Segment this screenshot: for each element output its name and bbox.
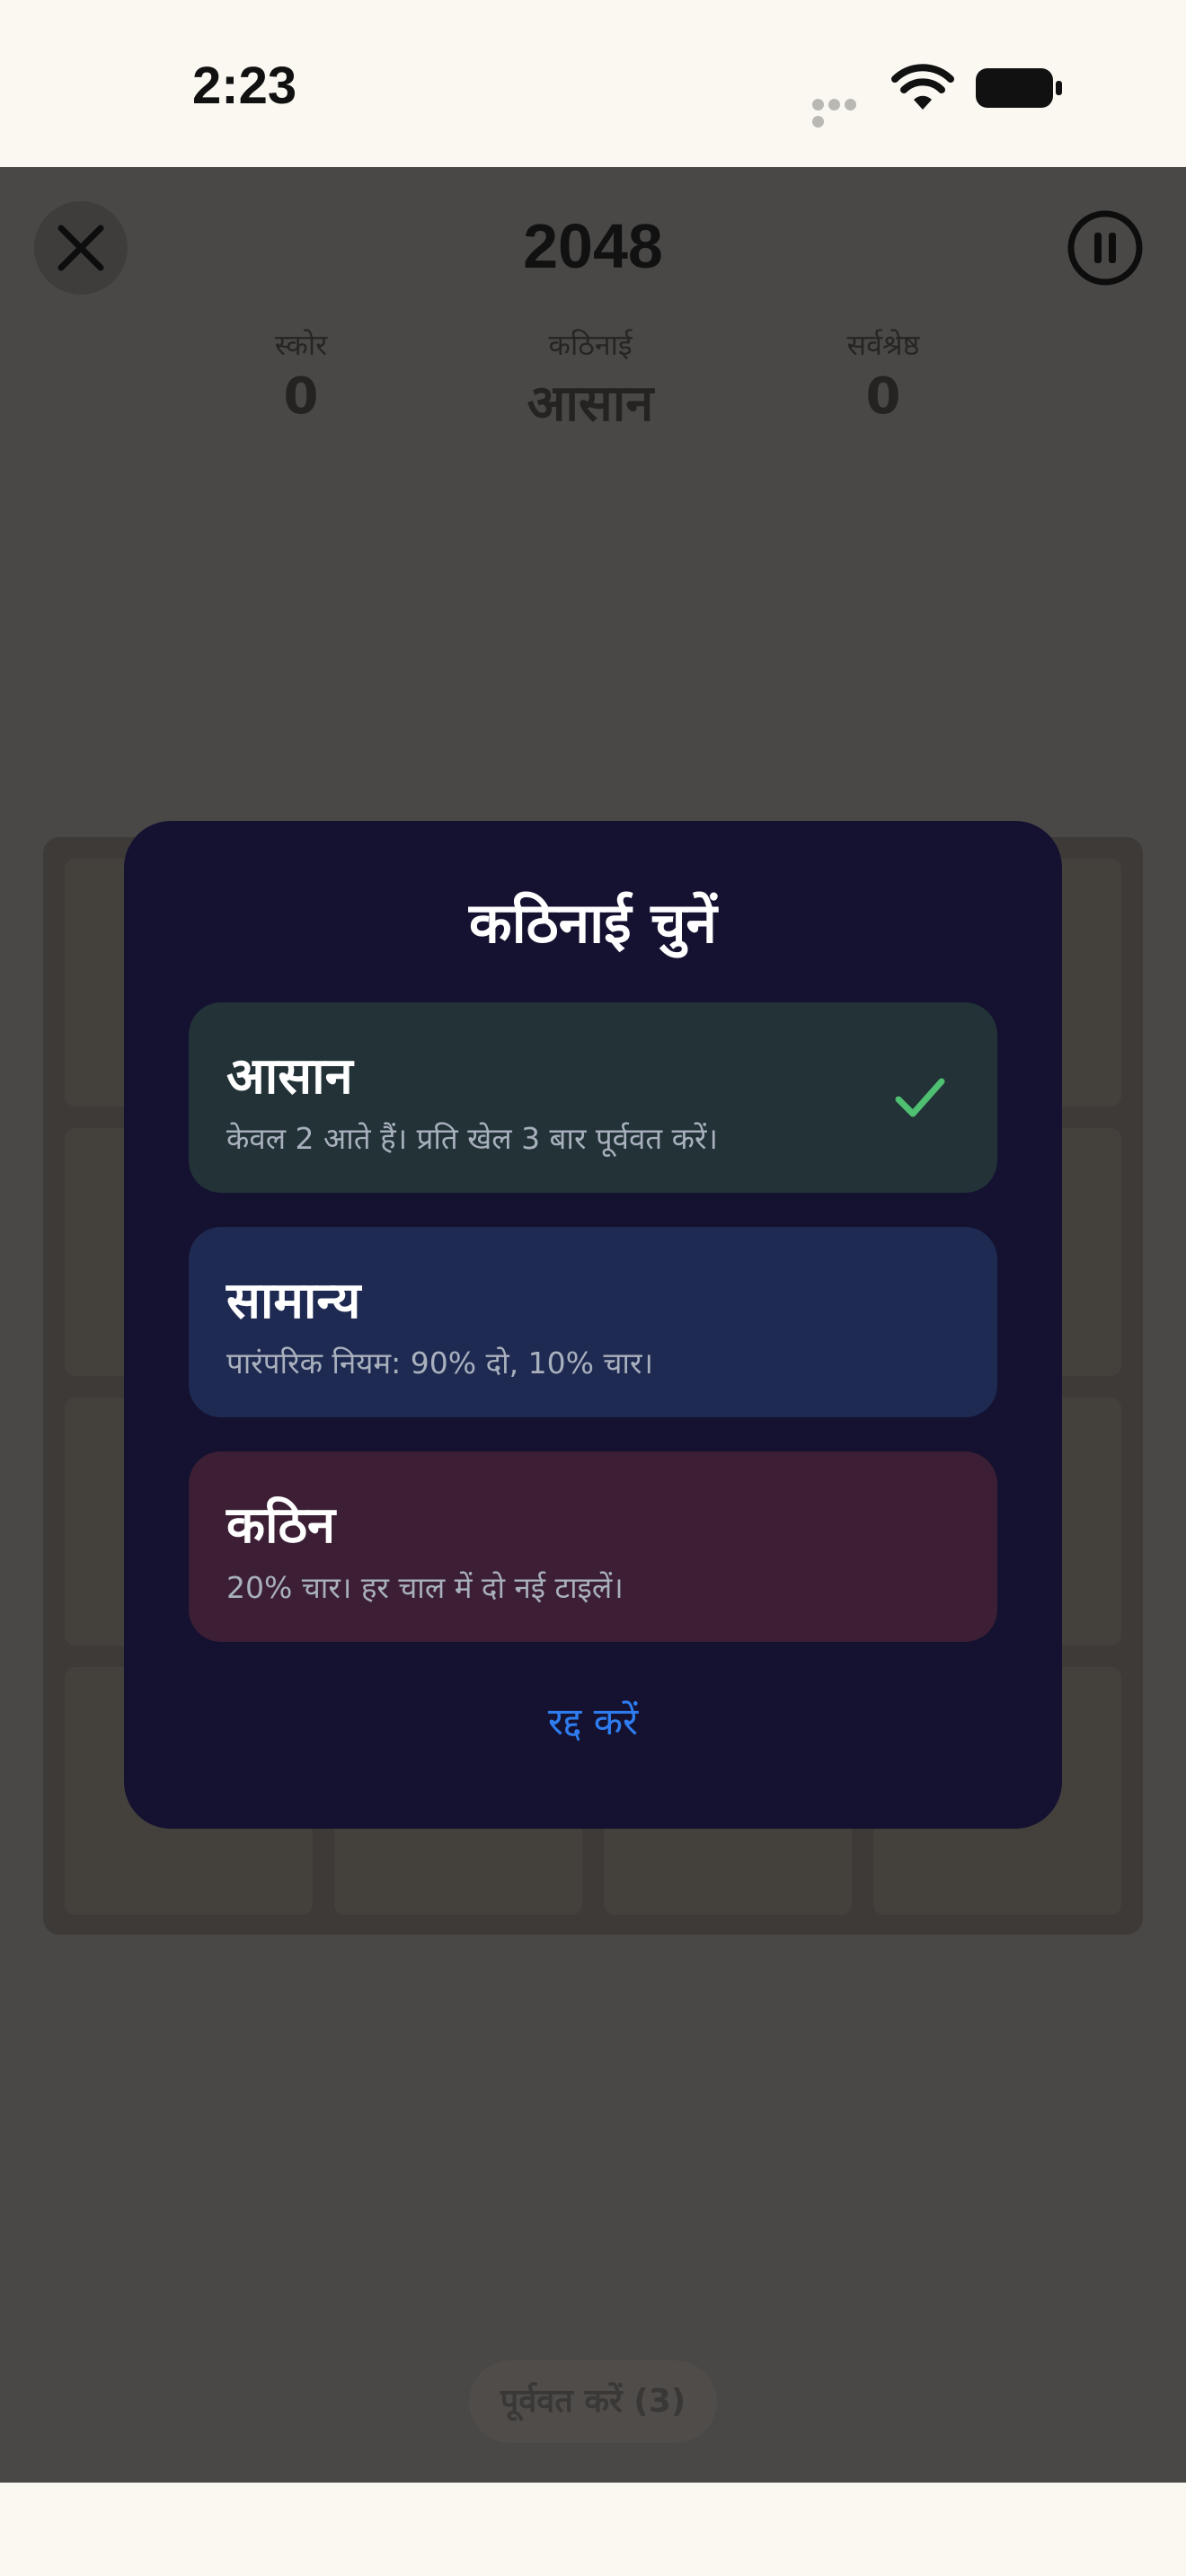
game-title: 2048 (523, 211, 663, 281)
best-stat: सर्वश्रेष्ठ 0 (766, 325, 1000, 426)
best-value: 0 (865, 367, 901, 426)
undo-button[interactable]: पूर्ववत करें (3) (469, 2360, 717, 2443)
close-button[interactable] (34, 201, 128, 295)
battery-icon (976, 68, 1062, 108)
pause-button[interactable] (1066, 208, 1145, 287)
option-description: पारंपरिक नियम: 90% दो, 10% चार। (226, 1345, 653, 1381)
option-description: 20% चार। हर चाल में दो नई टाइलें। (226, 1570, 624, 1605)
score-stat: स्कोर 0 (184, 325, 418, 426)
option-hard[interactable]: कठिन 20% चार। हर चाल में दो नई टाइलें। (189, 1451, 997, 1642)
option-name: सामान्य (226, 1272, 361, 1330)
status-bar: 2:23 (0, 0, 1186, 167)
option-name: आसान (226, 1047, 353, 1106)
difficulty-label: कठिनाई (548, 328, 633, 362)
score-label: स्कोर (274, 328, 328, 362)
difficulty-value: आसान (527, 375, 654, 433)
difficulty-stat: कठिनाई आसान (474, 325, 707, 436)
pause-icon (1094, 233, 1102, 263)
cancel-button[interactable]: रद्द करें (503, 1689, 683, 1751)
option-name: कठिन (226, 1496, 336, 1555)
best-label: सर्वश्रेष्ठ (846, 328, 920, 362)
home-indicator-area (0, 2483, 1186, 2576)
option-easy[interactable]: आसान केवल 2 आते हैं। प्रति खेल 3 बार पूर… (189, 1002, 997, 1193)
option-description: केवल 2 आते हैं। प्रति खेल 3 बार पूर्ववत … (226, 1121, 719, 1156)
option-normal[interactable]: सामान्य पारंपरिक नियम: 90% दो, 10% चार। (189, 1227, 997, 1417)
status-time: 2:23 (192, 57, 297, 115)
difficulty-modal: कठिनाई चुनें आसान केवल 2 आते हैं। प्रति … (124, 821, 1062, 1829)
score-value: 0 (283, 367, 319, 426)
modal-title: कठिनाई चुनें (469, 890, 717, 956)
checkmark-icon (895, 1078, 945, 1117)
cellular-signal-icon (812, 97, 875, 128)
app-screen: 2:23 2048 स्कोर 0 कठिनाई आसान सर्वश्रेष्… (0, 0, 1186, 2576)
close-icon (58, 225, 104, 271)
wifi-icon (891, 64, 954, 110)
